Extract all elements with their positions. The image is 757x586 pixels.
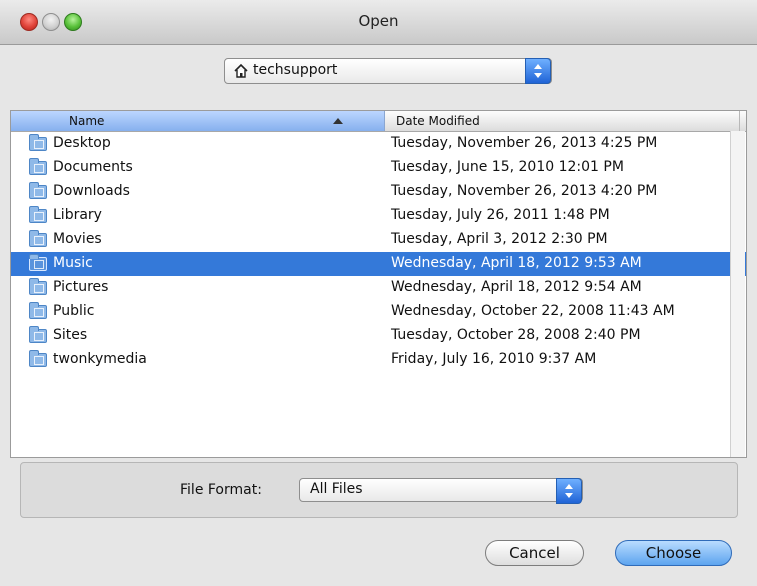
vertical-scrollbar[interactable] — [730, 131, 745, 457]
file-format-bar: File Format: All Files — [20, 462, 738, 518]
folder-icon — [29, 182, 47, 199]
file-date: Wednesday, October 22, 2008 11:43 AM — [391, 303, 675, 319]
folder-icon — [29, 134, 47, 151]
file-name: Downloads — [53, 183, 130, 199]
file-row[interactable]: Desktop Tuesday, November 26, 2013 4:25 … — [11, 132, 746, 156]
folder-icon — [29, 158, 47, 175]
file-name: Public — [53, 303, 95, 319]
date-column-header[interactable]: Date Modified — [386, 111, 740, 131]
file-date: Friday, July 16, 2010 9:37 AM — [391, 351, 597, 367]
file-row[interactable]: Library Tuesday, July 26, 2011 1:48 PM — [11, 204, 746, 228]
file-name: twonkymedia — [53, 351, 147, 367]
file-name: Music — [53, 255, 93, 271]
folder-icon — [29, 278, 47, 295]
file-name: Library — [53, 207, 102, 223]
format-stepper-icon[interactable] — [556, 478, 582, 504]
file-row[interactable]: Downloads Tuesday, November 26, 2013 4:2… — [11, 180, 746, 204]
file-format-value: All Files — [310, 481, 363, 497]
location-popup[interactable]: techsupport — [224, 58, 552, 84]
file-browser[interactable]: Name Date Modified Desktop Tuesday, Nove… — [10, 110, 747, 458]
column-header: Name Date Modified — [11, 111, 746, 132]
file-name: Movies — [53, 231, 102, 247]
cancel-button[interactable]: Cancel — [485, 540, 584, 566]
file-row[interactable]: Pictures Wednesday, April 18, 2012 9:54 … — [11, 276, 746, 300]
folder-icon — [29, 326, 47, 343]
file-format-label: File Format: — [180, 482, 262, 498]
name-column-label: Name — [69, 114, 105, 128]
file-date: Tuesday, November 26, 2013 4:25 PM — [391, 135, 658, 151]
title-bar[interactable]: Open — [0, 0, 757, 45]
folder-icon — [29, 302, 47, 319]
choose-button[interactable]: Choose — [615, 540, 732, 566]
file-date: Tuesday, April 3, 2012 2:30 PM — [391, 231, 608, 247]
file-name: Pictures — [53, 279, 109, 295]
file-date: Tuesday, November 26, 2013 4:20 PM — [391, 183, 658, 199]
folder-icon — [29, 350, 47, 367]
file-row[interactable]: twonkymedia Friday, July 16, 2010 9:37 A… — [11, 348, 746, 372]
home-icon — [233, 63, 249, 83]
window-title: Open — [358, 12, 399, 30]
file-name: Sites — [53, 327, 88, 343]
file-name: Documents — [53, 159, 133, 175]
file-date: Wednesday, April 18, 2012 9:53 AM — [391, 255, 642, 271]
location-label: techsupport — [253, 62, 338, 78]
file-date: Wednesday, April 18, 2012 9:54 AM — [391, 279, 642, 295]
file-row[interactable]: Sites Tuesday, October 28, 2008 2:40 PM — [11, 324, 746, 348]
file-date: Tuesday, October 28, 2008 2:40 PM — [391, 327, 641, 343]
location-stepper-icon[interactable] — [525, 58, 551, 84]
file-name: Desktop — [53, 135, 111, 151]
file-date: Tuesday, June 15, 2010 12:01 PM — [391, 159, 624, 175]
file-row[interactable]: Movies Tuesday, April 3, 2012 2:30 PM — [11, 228, 746, 252]
file-format-select[interactable]: All Files — [299, 478, 583, 504]
name-column-header[interactable]: Name — [11, 111, 385, 131]
date-column-label: Date Modified — [396, 114, 480, 128]
file-rows: Desktop Tuesday, November 26, 2013 4:25 … — [11, 132, 746, 372]
file-date: Tuesday, July 26, 2011 1:48 PM — [391, 207, 610, 223]
sort-ascending-icon — [333, 118, 343, 124]
folder-icon — [29, 254, 47, 271]
file-row-selected[interactable]: Music Wednesday, April 18, 2012 9:53 AM — [11, 252, 746, 276]
file-row[interactable]: Public Wednesday, October 22, 2008 11:43… — [11, 300, 746, 324]
file-row[interactable]: Documents Tuesday, June 15, 2010 12:01 P… — [11, 156, 746, 180]
folder-icon — [29, 230, 47, 247]
folder-icon — [29, 206, 47, 223]
